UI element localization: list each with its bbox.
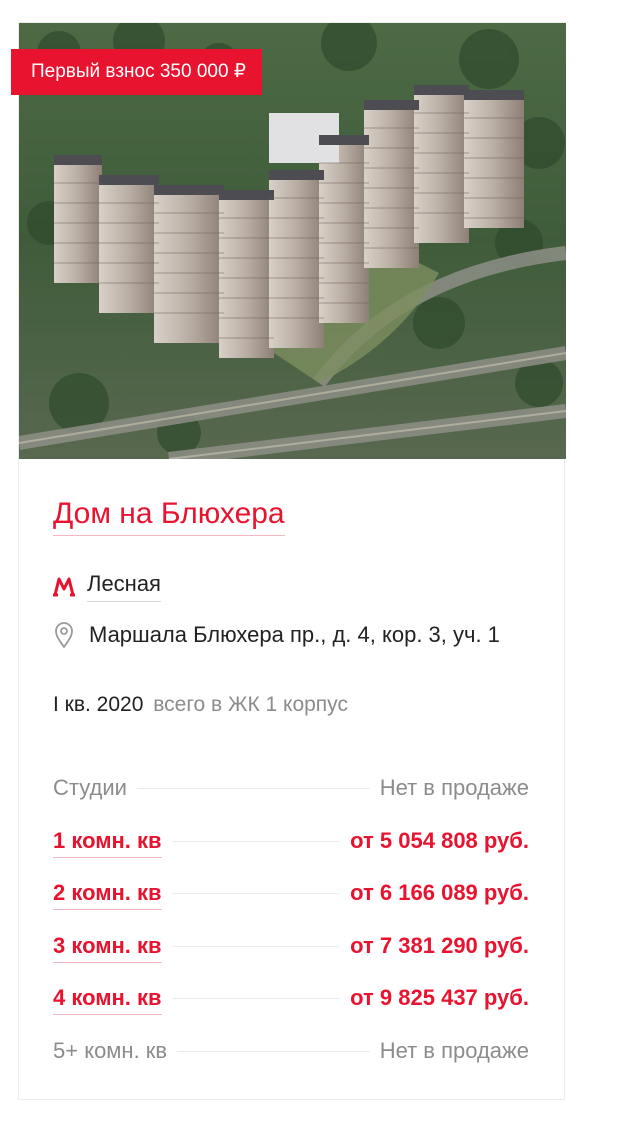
row-divider bbox=[171, 840, 341, 842]
room-price: от 7 381 290 руб. bbox=[350, 932, 529, 958]
room-price: от 5 054 808 руб. bbox=[350, 827, 529, 853]
promo-badge: Первый взнос 350 000 ₽ bbox=[11, 49, 262, 95]
row-divider bbox=[171, 893, 341, 894]
price-row-3-room[interactable]: 3 комн. кв от 7 381 290 руб. bbox=[53, 933, 529, 986]
price-row-4-room[interactable]: 4 комн. кв от 9 825 437 руб. bbox=[53, 985, 529, 1038]
room-type-label: 5+ комн. кв bbox=[53, 1037, 168, 1063]
row-divider bbox=[171, 945, 341, 947]
metro-row: Лесная bbox=[53, 571, 161, 602]
room-price: Нет в продаже bbox=[379, 775, 529, 800]
row-divider bbox=[171, 998, 341, 999]
address-row: Маршала Блюхера пр., д. 4, кор. 3, уч. 1 bbox=[53, 621, 500, 649]
metro-icon bbox=[53, 577, 75, 596]
room-type-link[interactable]: 4 комн. кв bbox=[53, 985, 162, 1015]
buildings-count-note: всего в ЖК 1 корпус bbox=[153, 693, 348, 716]
completion-info: I кв. 2020 всего в ЖК 1 корпус bbox=[53, 693, 348, 717]
room-type-label: Студии bbox=[53, 775, 127, 800]
room-type-link[interactable]: 2 комн. кв bbox=[53, 880, 162, 910]
map-pin-icon bbox=[55, 622, 73, 649]
room-price: от 9 825 437 руб. bbox=[350, 985, 529, 1010]
completion-quarter: I кв. 2020 bbox=[53, 693, 144, 716]
room-price: Нет в продаже bbox=[379, 1037, 529, 1063]
metro-station-link[interactable]: Лесная bbox=[87, 571, 161, 602]
row-divider bbox=[136, 788, 370, 789]
address-text: Маршала Блюхера пр., д. 4, кор. 3, уч. 1 bbox=[89, 622, 500, 647]
price-row-5plus-room: 5+ комн. кв Нет в продаже bbox=[53, 1038, 529, 1091]
price-row-2-room[interactable]: 2 комн. кв от 6 166 089 руб. bbox=[53, 880, 529, 933]
complex-title[interactable]: Дом на Блюхера bbox=[53, 497, 285, 536]
row-divider bbox=[177, 1050, 370, 1052]
room-type-link[interactable]: 1 комн. кв bbox=[53, 828, 162, 858]
complex-card[interactable]: Первый взнос 350 000 ₽ Дом на Блюхера Ле… bbox=[11, 22, 566, 1100]
room-price: от 6 166 089 руб. bbox=[350, 880, 529, 905]
apartment-price-list: Студии Нет в продаже 1 комн. кв от 5 054… bbox=[53, 775, 529, 1090]
price-row-studio: Студии Нет в продаже bbox=[53, 775, 529, 828]
room-type-link[interactable]: 3 комн. кв bbox=[53, 933, 162, 963]
price-row-1-room[interactable]: 1 комн. кв от 5 054 808 руб. bbox=[53, 828, 529, 881]
